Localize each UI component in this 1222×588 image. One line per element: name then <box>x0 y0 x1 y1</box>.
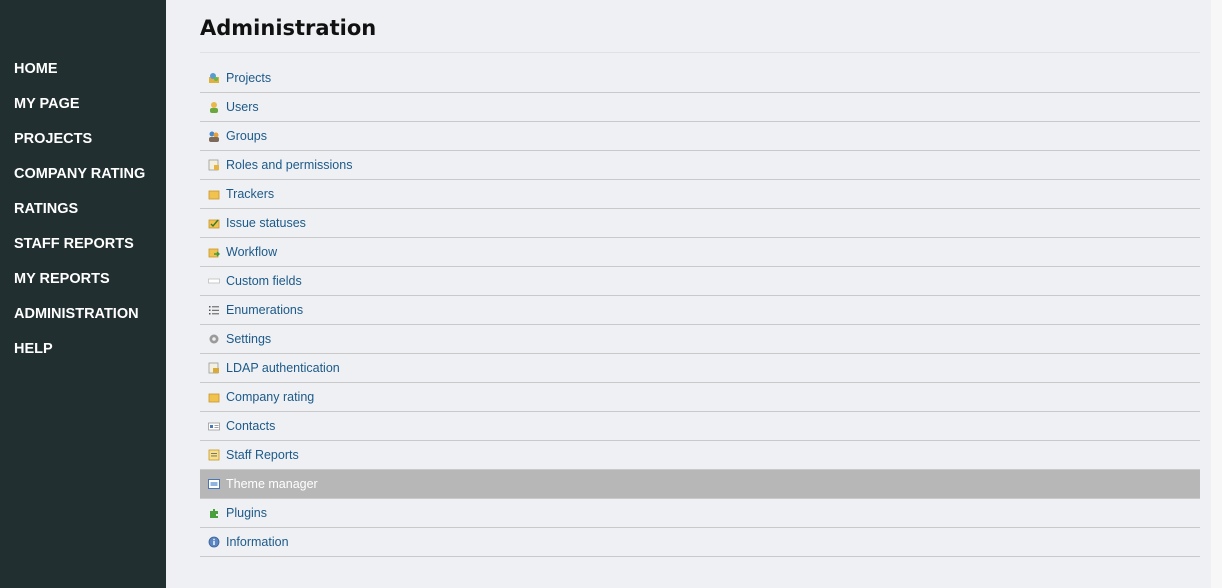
menu-label: Theme manager <box>226 477 318 491</box>
projects-icon <box>208 72 220 84</box>
menu-label: Trackers <box>226 187 275 201</box>
menu-label: Staff Reports <box>226 448 299 462</box>
rating-icon <box>208 391 220 403</box>
sidebar-item-my-reports[interactable]: MY REPORTS <box>0 262 166 297</box>
sidebar-item-my-page[interactable]: MY PAGE <box>0 87 166 122</box>
admin-item-contacts[interactable]: Contacts <box>200 412 1200 441</box>
admin-item-users[interactable]: Users <box>200 93 1200 122</box>
menu-label: Roles and permissions <box>226 158 353 172</box>
admin-item-information[interactable]: Information <box>200 528 1200 557</box>
sidebar-item-staff-reports[interactable]: STAFF REPORTS <box>0 227 166 262</box>
admin-menu: Projects Users Groups Roles and permissi… <box>200 64 1200 557</box>
admin-item-company-rating[interactable]: Company rating <box>200 383 1200 412</box>
admin-item-issue-statuses[interactable]: Issue statuses <box>200 209 1200 238</box>
menu-label: Information <box>226 535 289 549</box>
roles-icon <box>208 159 220 171</box>
menu-label: Company rating <box>226 390 315 404</box>
menu-label: Users <box>226 100 259 114</box>
admin-item-workflow[interactable]: Workflow <box>200 238 1200 267</box>
sidebar-item-ratings[interactable]: RATINGS <box>0 192 166 227</box>
sidebar-nav: HOME MY PAGE PROJECTS COMPANY RATING RAT… <box>0 52 166 367</box>
main-content: Administration Projects Users Groups Rol… <box>166 0 1211 588</box>
sidebar-item-company-rating[interactable]: COMPANY RATING <box>0 157 166 192</box>
menu-label: Plugins <box>226 506 267 520</box>
sidebar: HOME MY PAGE PROJECTS COMPANY RATING RAT… <box>0 0 166 588</box>
admin-item-groups[interactable]: Groups <box>200 122 1200 151</box>
sidebar-item-administration[interactable]: ADMINISTRATION <box>0 297 166 332</box>
info-icon <box>208 536 220 548</box>
admin-item-enumerations[interactable]: Enumerations <box>200 296 1200 325</box>
user-icon <box>208 101 220 113</box>
tracker-icon <box>208 188 220 200</box>
report-icon <box>208 449 220 461</box>
issue-status-icon <box>208 217 220 229</box>
contacts-icon <box>208 420 220 432</box>
admin-item-plugins[interactable]: Plugins <box>200 499 1200 528</box>
list-icon <box>208 304 220 316</box>
gear-icon <box>208 333 220 345</box>
custom-field-icon <box>208 275 220 287</box>
menu-label: Issue statuses <box>226 216 306 230</box>
menu-label: Contacts <box>226 419 276 433</box>
admin-item-ldap[interactable]: LDAP authentication <box>200 354 1200 383</box>
theme-icon <box>208 478 220 490</box>
plugin-icon <box>208 507 220 519</box>
admin-item-settings[interactable]: Settings <box>200 325 1200 354</box>
admin-item-roles[interactable]: Roles and permissions <box>200 151 1200 180</box>
workflow-icon <box>208 246 220 258</box>
menu-label: Enumerations <box>226 303 304 317</box>
admin-item-projects[interactable]: Projects <box>200 64 1200 93</box>
menu-label: Settings <box>226 332 272 346</box>
group-icon <box>208 130 220 142</box>
scrollbar-gutter <box>1211 0 1222 588</box>
title-divider <box>200 52 1200 53</box>
admin-item-theme-manager[interactable]: Theme manager <box>200 470 1200 499</box>
menu-label: LDAP authentication <box>226 361 340 375</box>
menu-label: Workflow <box>226 245 278 259</box>
sidebar-item-home[interactable]: HOME <box>0 52 166 87</box>
ldap-icon <box>208 362 220 374</box>
admin-item-staff-reports[interactable]: Staff Reports <box>200 441 1200 470</box>
sidebar-item-help[interactable]: HELP <box>0 332 166 367</box>
menu-label: Projects <box>226 71 272 85</box>
page-title: Administration <box>200 16 377 40</box>
admin-item-trackers[interactable]: Trackers <box>200 180 1200 209</box>
menu-label: Custom fields <box>226 274 302 288</box>
admin-item-custom-fields[interactable]: Custom fields <box>200 267 1200 296</box>
sidebar-item-projects[interactable]: PROJECTS <box>0 122 166 157</box>
menu-label: Groups <box>226 129 267 143</box>
